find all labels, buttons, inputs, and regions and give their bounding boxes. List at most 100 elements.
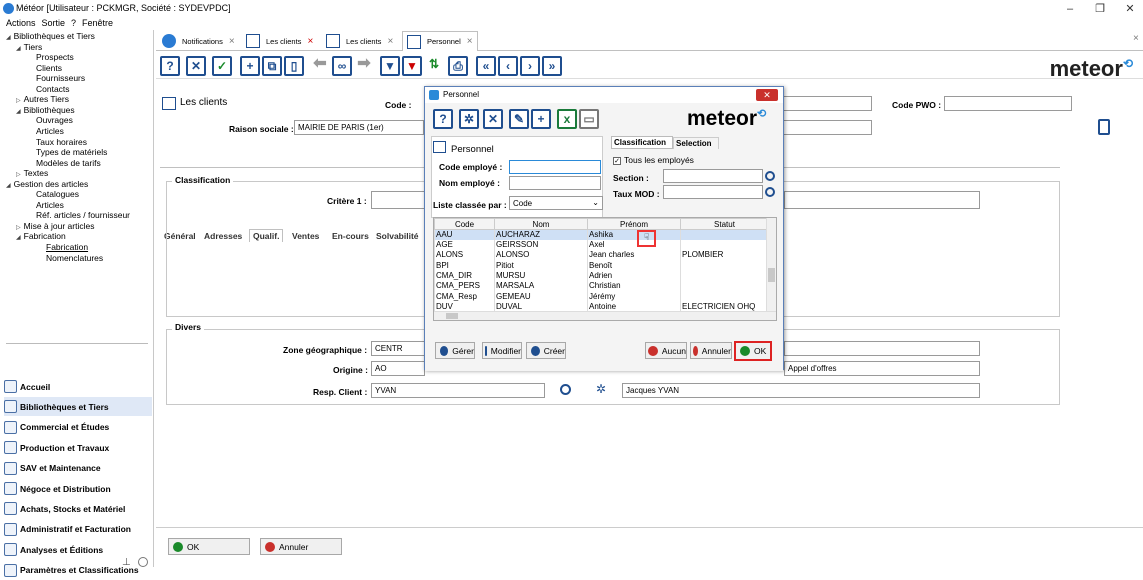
tree-item[interactable]: Modèles de tarifs (36, 158, 101, 168)
horizontal-scrollbar[interactable] (434, 311, 776, 320)
splitter[interactable] (6, 343, 148, 344)
first-record-icon[interactable]: « (476, 56, 496, 76)
tree-item[interactable]: Types de matériels (36, 147, 107, 157)
table-row[interactable]: CMA_PERS MARSALA Christian (434, 281, 769, 292)
tree-item[interactable]: Clients (36, 63, 62, 73)
clear-filter-icon[interactable]: ▼ (402, 56, 422, 76)
close-all-tabs-icon[interactable]: × (1133, 33, 1139, 44)
collapsed-arrow-icon[interactable]: ▷ (16, 98, 21, 104)
close-window-button[interactable]: ✕ (1115, 1, 1143, 17)
search-icon[interactable] (765, 171, 775, 181)
annuler-button[interactable]: Annuler (260, 538, 342, 555)
tree-item[interactable]: Contacts (36, 84, 70, 94)
liste-classee-select[interactable]: Code ⌄ (509, 196, 603, 210)
scrollbar-thumb[interactable] (446, 313, 458, 319)
menu-sortie[interactable]: Sortie (42, 18, 66, 28)
nav-item[interactable]: Accueil (4, 377, 152, 396)
table-row[interactable]: BPI Pitiot Benoît (434, 260, 769, 271)
dialog-ok-button[interactable]: OK (734, 341, 772, 361)
tree-item[interactable]: Ouvrages (36, 115, 73, 125)
origine-field[interactable]: AO (371, 361, 425, 376)
cancel-icon[interactable]: ✕ (483, 109, 503, 129)
tree-item[interactable]: ◢ Gestion des articles (6, 179, 88, 189)
tree-item[interactable]: Fabrication (46, 242, 88, 252)
tab-notifications[interactable]: Notifications × (158, 31, 239, 51)
expanded-arrow-icon[interactable]: ◢ (16, 235, 21, 241)
raison-sociale-field-tail[interactable] (776, 120, 872, 135)
tab-personnel[interactable]: Personnel × (402, 31, 478, 51)
add-icon[interactable]: + (531, 109, 551, 129)
table-row[interactable]: AGE GEIRSSON Axel (434, 240, 769, 251)
column-header-code[interactable]: Code (434, 218, 495, 230)
menu-actions[interactable]: Actions (6, 18, 36, 28)
column-header-prenom[interactable]: Prénom (587, 218, 681, 230)
tree-item[interactable]: Catalogues (36, 189, 79, 199)
tree-item[interactable]: ◢ Fabrication (16, 231, 66, 241)
tree-item[interactable]: ◢ Bibliothèques (16, 105, 75, 115)
menu-fenetre[interactable]: Fenêtre (82, 18, 113, 28)
settings-icon[interactable]: ✲ (459, 109, 479, 129)
modifier-button[interactable]: Modifier (482, 342, 522, 359)
aucun-button[interactable]: Aucun (645, 342, 687, 359)
tree-item[interactable]: ▷ Autres Tiers (16, 94, 69, 104)
minimize-button[interactable]: – (1055, 1, 1085, 17)
code-pwo-field[interactable] (944, 96, 1072, 111)
section-field[interactable] (663, 169, 763, 183)
tree-item[interactable]: Taux horaires (36, 137, 87, 147)
tree-item[interactable]: Fournisseurs (36, 73, 85, 83)
cancel-icon[interactable]: ✕ (186, 56, 206, 76)
expanded-arrow-icon[interactable]: ◢ (6, 183, 11, 189)
column-header-statut[interactable]: Statut (680, 218, 769, 230)
tab-close-icon[interactable]: × (307, 36, 313, 47)
tab-selection[interactable]: Selection (673, 137, 719, 149)
forward-arrow-icon[interactable]: ➡ (354, 56, 374, 76)
table-row[interactable]: ALONS ALONSO Jean charles PLOMBIER (434, 250, 769, 261)
sort-icon[interactable]: ⇅ (424, 56, 444, 76)
duplicate-icon[interactable]: ⧉ (262, 56, 282, 76)
collapsed-arrow-icon[interactable]: ▷ (16, 225, 21, 231)
maximize-button[interactable]: ❐ (1085, 1, 1115, 17)
nom-employe-input[interactable] (509, 176, 601, 190)
tree-item[interactable]: Articles (36, 126, 64, 136)
column-header-nom[interactable]: Nom (494, 218, 588, 230)
excel-icon[interactable]: x (557, 109, 577, 129)
tree-item[interactable]: Nomenclatures (46, 253, 103, 263)
help-icon[interactable]: ? (433, 109, 453, 129)
zone-geographique-field[interactable]: CENTR (371, 341, 425, 356)
tab-close-icon[interactable]: × (229, 36, 235, 47)
export-icon[interactable]: ▭ (579, 109, 599, 129)
tous-employes-checkbox[interactable]: ✓ Tous les employés (613, 155, 694, 165)
nav-item[interactable]: Négoce et Distribution (4, 479, 152, 498)
previous-record-icon[interactable]: ‹ (498, 56, 518, 76)
nav-item[interactable]: Achats, Stocks et Matériel (4, 499, 152, 518)
tab-close-icon[interactable]: × (467, 36, 473, 47)
tree-item[interactable]: ◢ Tiers (16, 42, 42, 52)
document-icon[interactable] (1098, 119, 1110, 135)
next-record-icon[interactable]: › (520, 56, 540, 76)
table-row[interactable]: CMA_DIR MURSU Adrien (434, 270, 769, 282)
delete-icon[interactable]: ▯ (284, 56, 304, 76)
tree-item[interactable]: ◢ Bibliothèques et Tiers (6, 31, 95, 41)
dialog-annuler-button[interactable]: Annuler (690, 342, 732, 359)
search-binoculars-icon[interactable]: ∞ (332, 56, 352, 76)
code-employe-input[interactable] (509, 160, 601, 174)
collapsed-arrow-icon[interactable]: ▷ (16, 172, 21, 178)
vertical-scrollbar[interactable] (766, 218, 776, 320)
tree-item[interactable]: Réf. articles / fournisseur (36, 210, 130, 220)
expanded-arrow-icon[interactable]: ◢ (16, 46, 21, 52)
nav-item[interactable]: SAV et Maintenance (4, 459, 152, 478)
search-icon[interactable] (560, 384, 571, 395)
tab-classification[interactable]: Classification (611, 136, 673, 149)
search-icon[interactable] (765, 187, 775, 197)
nav-item[interactable]: Commercial et Études (4, 418, 152, 437)
validate-icon[interactable]: ✓ (212, 56, 232, 76)
back-arrow-icon[interactable]: ⬅ (310, 56, 330, 76)
nav-item[interactable]: Bibliothèques et Tiers (4, 397, 152, 417)
scrollbar-thumb[interactable] (768, 268, 775, 282)
filter-icon[interactable]: ▼ (380, 56, 400, 76)
last-record-icon[interactable]: » (542, 56, 562, 76)
table-row[interactable]: CMA_Resp GEMEAU Jérémy (434, 291, 769, 302)
print-icon[interactable]: ⎙ (448, 56, 468, 76)
gerer-button[interactable]: Gérer (435, 342, 475, 359)
creer-button[interactable]: Créer (526, 342, 566, 359)
